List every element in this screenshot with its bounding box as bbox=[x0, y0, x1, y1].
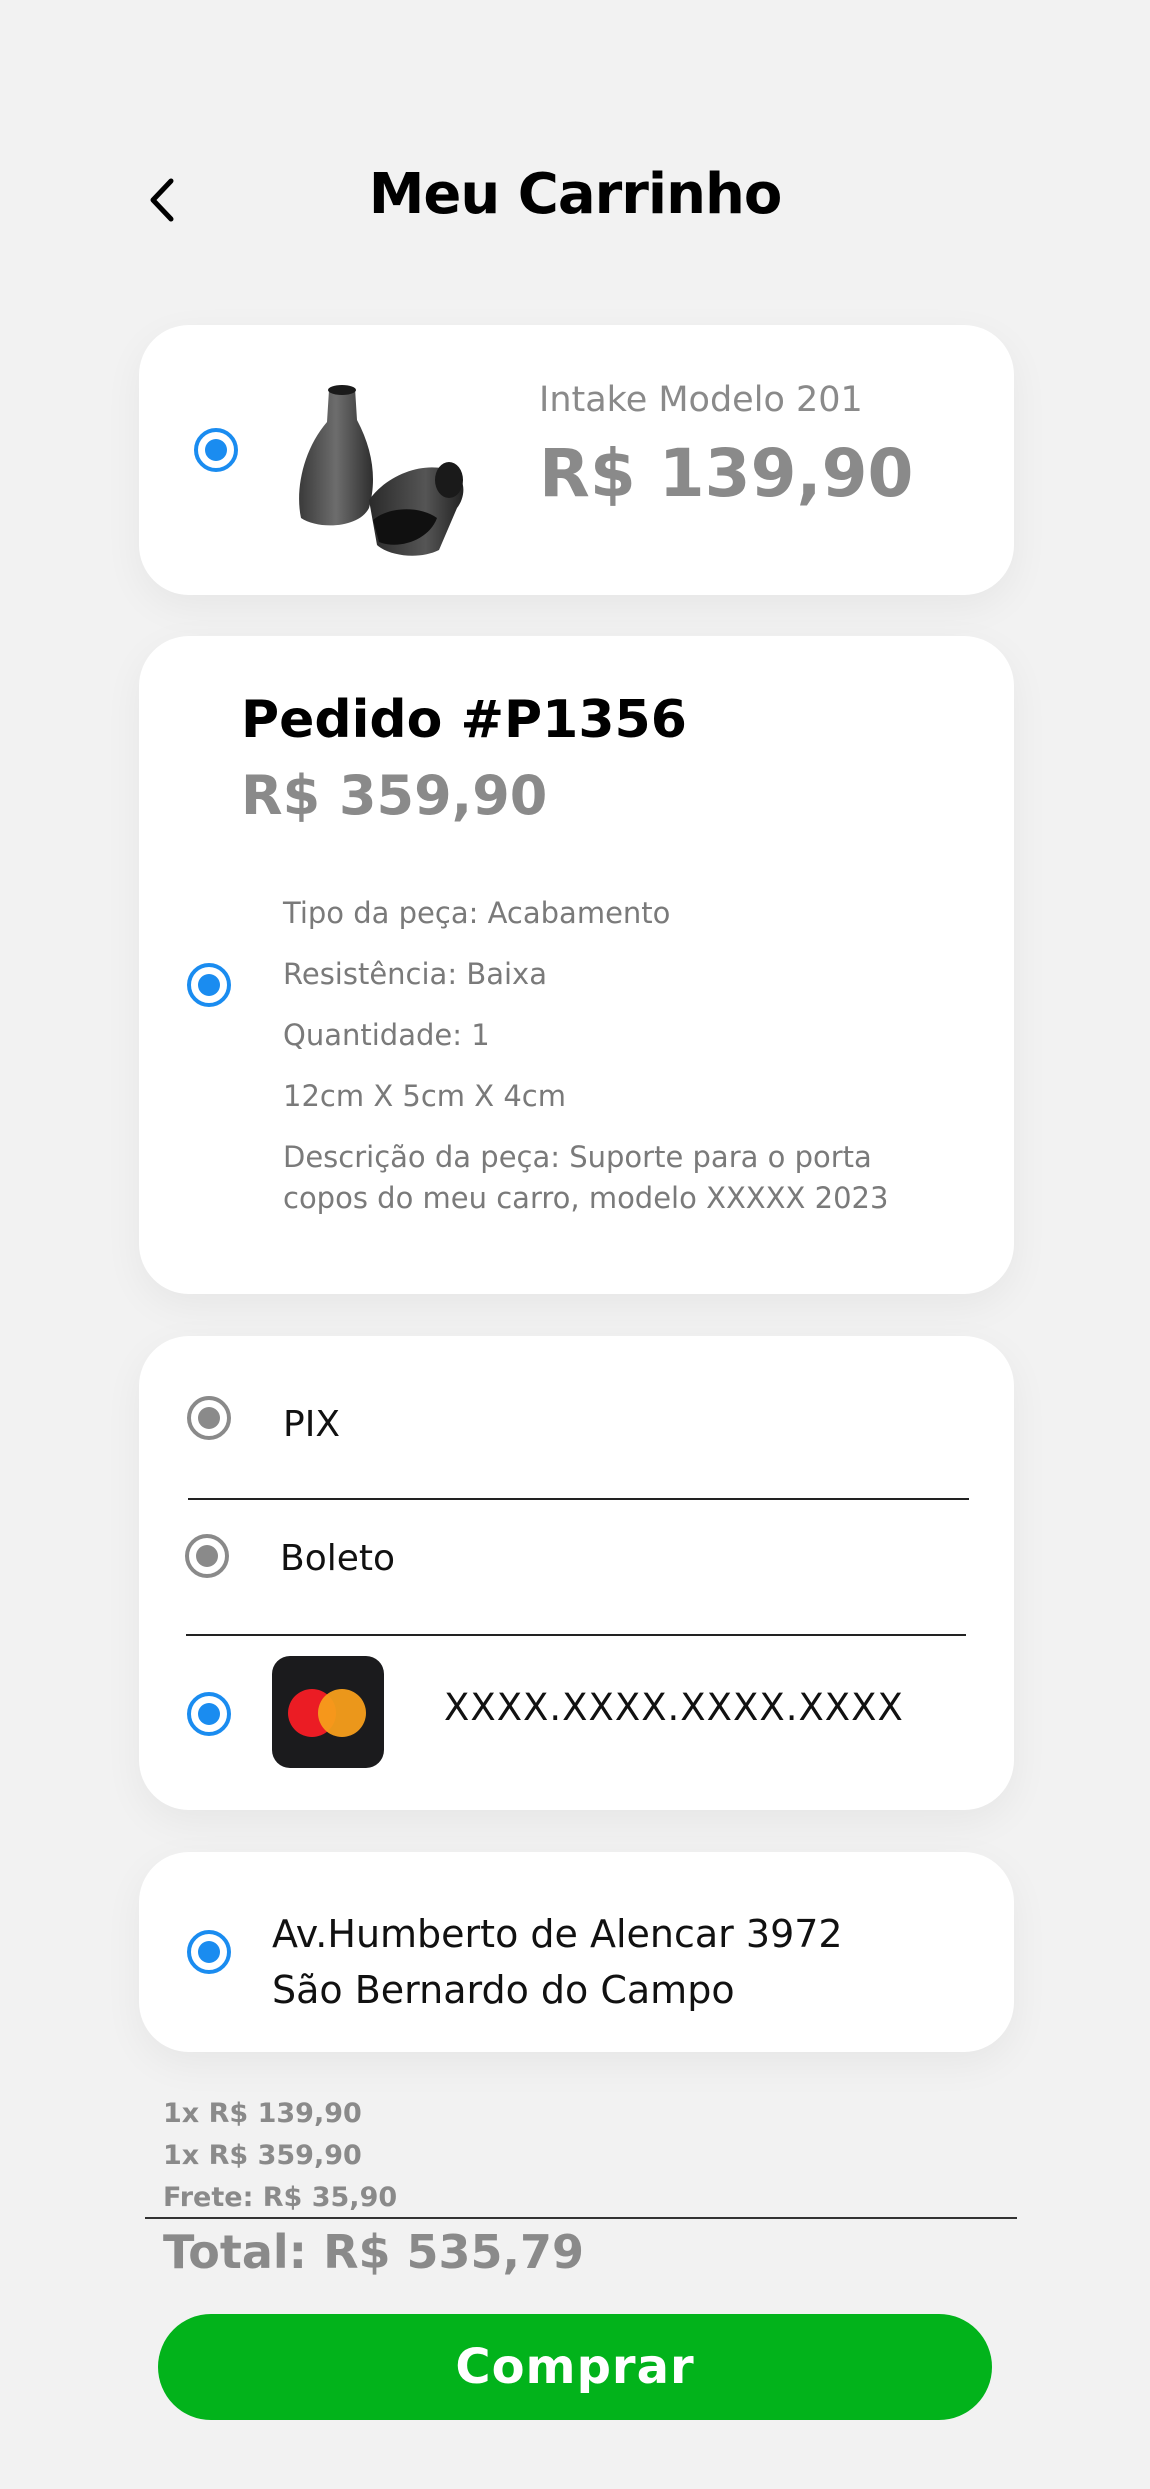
pix-label[interactable]: PIX bbox=[283, 1404, 340, 1445]
card-number[interactable]: XXXX.XXXX.XXXX.XXXX bbox=[444, 1686, 904, 1729]
detail-resistance: Resistência: Baixa bbox=[283, 957, 547, 991]
address-line2: São Bernardo do Campo bbox=[272, 1968, 735, 2012]
order-price: R$ 359,90 bbox=[241, 764, 548, 827]
summary-shipping: Frete: R$ 35,90 bbox=[163, 2182, 398, 2213]
detail-description-cont: copos do meu carro, modelo XXXXX 2023 bbox=[283, 1181, 889, 1215]
address-card[interactable]: Av.Humberto de Alencar 3972 São Bernardo… bbox=[139, 1852, 1014, 2052]
mastercard-icon bbox=[272, 1656, 384, 1768]
buy-button[interactable]: Comprar bbox=[158, 2314, 992, 2420]
page-title: Meu Carrinho bbox=[368, 162, 783, 227]
credit-card-radio[interactable] bbox=[187, 1692, 231, 1736]
divider bbox=[188, 1498, 969, 1500]
address-radio[interactable] bbox=[187, 1930, 231, 1974]
pix-radio[interactable] bbox=[187, 1396, 231, 1440]
detail-type: Tipo da peça: Acabamento bbox=[283, 896, 671, 930]
address-line1: Av.Humberto de Alencar 3972 bbox=[272, 1912, 843, 1956]
summary-item1: 1x R$ 139,90 bbox=[163, 2098, 362, 2129]
detail-quantity: Quantidade: 1 bbox=[283, 1018, 490, 1052]
boleto-radio[interactable] bbox=[185, 1534, 229, 1578]
cart-item-radio[interactable] bbox=[194, 428, 238, 472]
summary-item2: 1x R$ 359,90 bbox=[163, 2140, 362, 2171]
summary-divider bbox=[145, 2217, 1017, 2219]
divider bbox=[186, 1634, 966, 1636]
order-card[interactable]: Pedido #P1356 R$ 359,90 Tipo da peça: Ac… bbox=[139, 636, 1014, 1294]
address-text: Av.Humberto de Alencar 3972 São Bernardo… bbox=[272, 1906, 843, 2018]
cart-item-card[interactable]: Intake Modelo 201 R$ 139,90 bbox=[139, 325, 1014, 595]
boleto-label[interactable]: Boleto bbox=[280, 1538, 395, 1579]
product-name: Intake Modelo 201 bbox=[539, 380, 863, 420]
product-image bbox=[299, 385, 464, 556]
detail-description: Descrição da peça: Suporte para o porta bbox=[283, 1140, 872, 1174]
order-title: Pedido #P1356 bbox=[241, 690, 687, 750]
payment-card: PIX Boleto XXXX.XXXX.XXXX.XXXX bbox=[139, 1336, 1014, 1810]
summary-total: Total: R$ 535,79 bbox=[163, 2225, 585, 2279]
detail-dimensions: 12cm X 5cm X 4cm bbox=[283, 1079, 566, 1113]
order-radio[interactable] bbox=[187, 963, 231, 1007]
product-price: R$ 139,90 bbox=[539, 435, 914, 512]
